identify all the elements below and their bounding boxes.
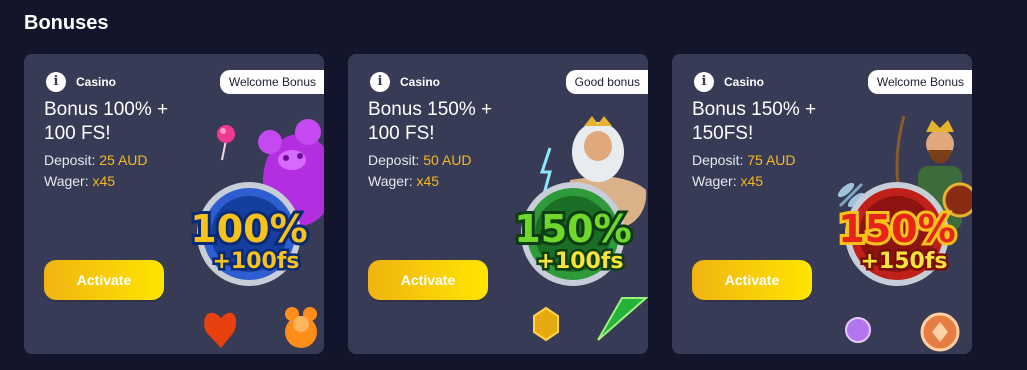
bonus-badge: Welcome Bonus: [219, 70, 324, 94]
bonus-card: i Casino Good bonus Bonus 150% + 100 FS!…: [348, 54, 648, 354]
activate-button[interactable]: Activate: [368, 260, 488, 300]
wager-row: Wager: x45: [368, 171, 472, 192]
deposit-label: Deposit:: [44, 152, 100, 168]
bonus-terms: Deposit: 50 AUD Wager: x45: [368, 150, 472, 192]
category-label: Casino: [724, 75, 765, 89]
info-icon[interactable]: i: [370, 72, 390, 92]
coin-percent: 150%: [514, 207, 631, 251]
wager-value: x45: [416, 173, 440, 189]
gummy-bear-candy-illustration: 100% 100% +100fs +100fs: [174, 110, 324, 354]
bonus-badge: Welcome Bonus: [867, 70, 972, 94]
coin-fs: +150fs: [860, 249, 947, 274]
bonus-card: i Casino Welcome Bonus Bonus 100% + 100 …: [24, 54, 324, 354]
activate-button[interactable]: Activate: [44, 260, 164, 300]
coin-percent: 100%: [190, 207, 307, 251]
wager-value: x45: [740, 173, 764, 189]
bonus-terms: Deposit: 75 AUD Wager: x45: [692, 150, 796, 192]
deposit-value: 25 AUD: [99, 152, 148, 168]
category-label: Casino: [400, 75, 441, 89]
coin-percent: 150%: [838, 207, 955, 251]
deposit-row: Deposit: 75 AUD: [692, 150, 796, 171]
deposit-label: Deposit:: [368, 152, 424, 168]
viking-warrior-illustration: 150% 150% +150fs +150fs: [822, 110, 972, 354]
coin-fs: +100fs: [212, 249, 299, 274]
deposit-value: 50 AUD: [423, 152, 472, 168]
zeus-god-illustration: 150% 150% +100fs +100fs: [498, 110, 648, 354]
wager-label: Wager:: [692, 173, 741, 189]
info-icon[interactable]: i: [46, 72, 66, 92]
coin-fs: +100fs: [536, 249, 623, 274]
wager-label: Wager:: [44, 173, 93, 189]
deposit-label: Deposit:: [692, 152, 748, 168]
wager-label: Wager:: [368, 173, 417, 189]
bonus-terms: Deposit: 25 AUD Wager: x45: [44, 150, 148, 192]
deposit-row: Deposit: 50 AUD: [368, 150, 472, 171]
wager-row: Wager: x45: [44, 171, 148, 192]
deposit-row: Deposit: 25 AUD: [44, 150, 148, 171]
wager-row: Wager: x45: [692, 171, 796, 192]
bonus-badge: Good bonus: [565, 70, 648, 94]
category-label: Casino: [76, 75, 117, 89]
wager-value: x45: [92, 173, 116, 189]
bonus-card: i Casino Welcome Bonus Bonus 150% + 150F…: [672, 54, 972, 354]
page-title: Bonuses: [24, 12, 109, 34]
deposit-value: 75 AUD: [747, 152, 796, 168]
activate-button[interactable]: Activate: [692, 260, 812, 300]
info-icon[interactable]: i: [694, 72, 714, 92]
